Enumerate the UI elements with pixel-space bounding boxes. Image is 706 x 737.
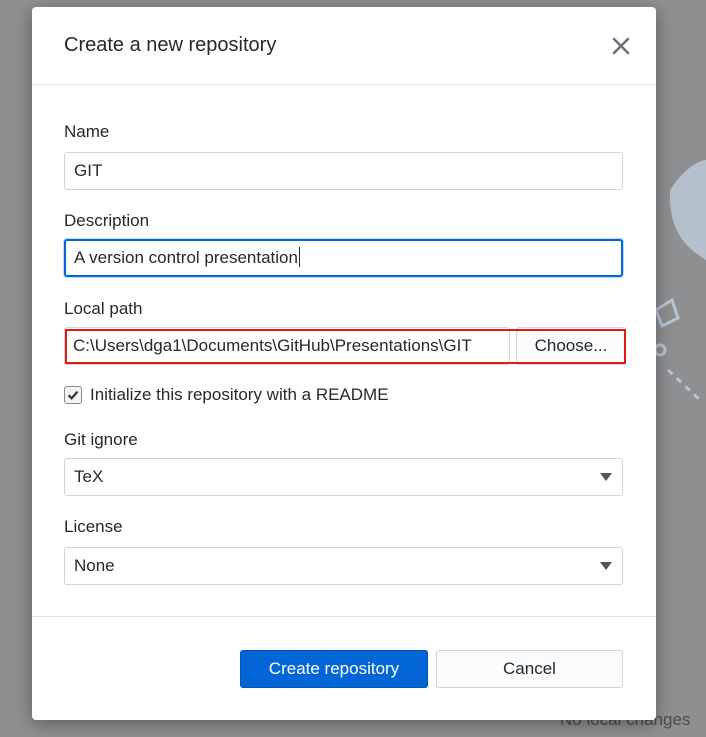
create-repository-button[interactable]: Create repository [240,650,428,688]
local-path-input[interactable]: C:\Users\dga1\Documents\GitHub\Presentat… [64,327,510,365]
dialog-header: Create a new repository [32,7,656,85]
license-label: License [64,517,123,536]
local-path-label: Local path [64,299,143,318]
close-icon [612,37,630,54]
dropdown-arrow-icon [600,562,612,570]
description-label: Description [64,211,150,230]
dialog-footer: Create repository Cancel [32,617,656,720]
dialog-title: Create a new repository [64,34,277,56]
readme-checkbox[interactable] [64,386,82,404]
local-path-row: C:\Users\dga1\Documents\GitHub\Presentat… [64,327,626,365]
readme-checkbox-row[interactable]: Initialize this repository with a README [64,385,389,405]
text-caret [298,247,300,267]
gitignore-label: Git ignore [64,430,138,449]
gitignore-value: TeX [74,467,104,486]
license-value: None [74,556,115,575]
checkmark-icon [67,390,79,400]
create-repository-dialog: Create a new repository Name GIT Descrip… [32,7,656,720]
gitignore-select[interactable]: TeX [64,458,623,496]
readme-checkbox-label: Initialize this repository with a README [90,385,389,404]
description-input[interactable]: A version control presentation [64,239,623,277]
cancel-button[interactable]: Cancel [436,650,623,688]
choose-button[interactable]: Choose... [516,327,626,365]
name-label: Name [64,122,110,141]
license-select[interactable]: None [64,547,623,585]
dropdown-arrow-icon [600,473,612,481]
description-value: A version control presentation [74,248,298,267]
close-button[interactable] [608,33,634,59]
name-input[interactable]: GIT [64,152,623,190]
